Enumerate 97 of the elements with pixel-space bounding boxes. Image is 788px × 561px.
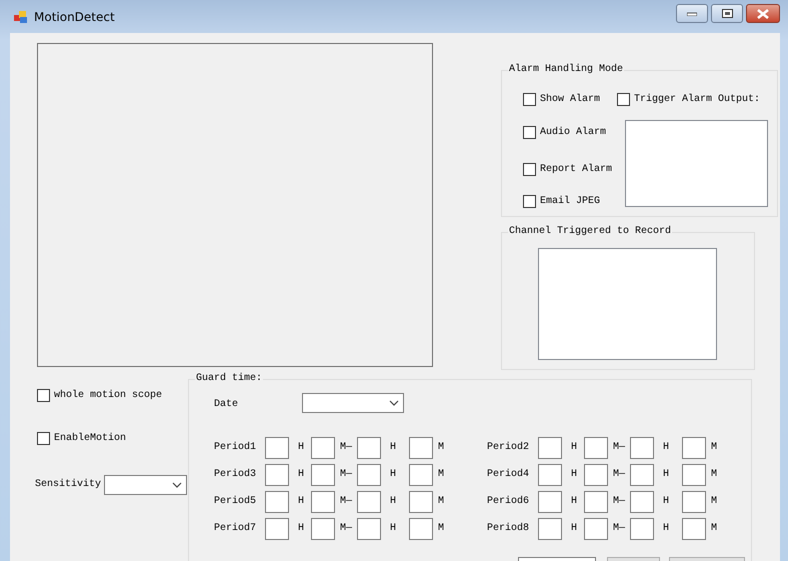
checkbox[interactable]: Email JPEG xyxy=(523,195,617,208)
unit-label: M xyxy=(711,442,718,454)
time-field[interactable] xyxy=(409,518,434,540)
period-label: Period2 xyxy=(487,442,530,454)
time-field[interactable] xyxy=(682,490,706,512)
unit-label: H xyxy=(390,522,396,534)
date-label: Date xyxy=(214,399,240,411)
unit-label: M xyxy=(438,522,444,534)
unit-label: M xyxy=(438,496,444,508)
unit-label: M— xyxy=(340,468,352,480)
unit-label: M— xyxy=(340,522,352,534)
dropdown[interactable] xyxy=(302,393,404,413)
time-field[interactable] xyxy=(357,490,382,512)
unit-label: H xyxy=(571,522,578,534)
unit-label: H xyxy=(571,496,578,508)
period-label: Period5 xyxy=(214,496,258,508)
time-field[interactable] xyxy=(265,464,289,486)
unit-label: H xyxy=(663,496,670,508)
unit-label: H xyxy=(663,442,670,454)
time-field[interactable] xyxy=(538,518,562,540)
close-icon xyxy=(757,8,769,18)
unit-label: M xyxy=(711,496,718,508)
time-field[interactable] xyxy=(584,464,608,486)
time-field[interactable] xyxy=(630,518,654,540)
unit-label: H xyxy=(663,522,670,534)
checkbox[interactable]: Trigger Alarm Output: xyxy=(617,93,767,106)
time-field[interactable] xyxy=(538,464,562,486)
period-label: Period1 xyxy=(214,442,258,454)
unit-label: H xyxy=(663,468,670,480)
window-title: MotionDetect xyxy=(34,8,115,26)
unit-label: M— xyxy=(340,496,352,508)
checkbox[interactable]: Report Alarm xyxy=(523,163,617,176)
close-button[interactable] xyxy=(746,4,780,23)
time-field[interactable] xyxy=(409,464,434,486)
time-field[interactable] xyxy=(265,436,289,458)
unit-label: M— xyxy=(340,442,352,454)
time-field[interactable] xyxy=(357,518,382,540)
unit-label: H xyxy=(298,496,304,508)
unit-label: M xyxy=(438,442,444,454)
chevron-down-icon xyxy=(172,482,182,488)
time-field[interactable] xyxy=(357,436,382,458)
unit-label: M— xyxy=(613,522,626,534)
time-field[interactable] xyxy=(311,490,336,512)
time-field[interactable] xyxy=(357,464,382,486)
sensitivity-label: Sensitivity xyxy=(35,479,102,491)
list-box[interactable] xyxy=(625,120,768,207)
unit-label: M xyxy=(711,468,718,480)
unit-label: M— xyxy=(613,442,626,454)
period-label: Period8 xyxy=(487,522,530,534)
time-field[interactable] xyxy=(409,436,434,458)
dropdown[interactable] xyxy=(104,475,188,495)
time-field[interactable] xyxy=(409,490,434,512)
time-field[interactable] xyxy=(311,464,336,486)
minimize-button[interactable] xyxy=(676,4,708,23)
time-field[interactable] xyxy=(538,490,562,512)
time-field[interactable] xyxy=(311,518,336,540)
time-field[interactable] xyxy=(584,436,608,458)
period-label: Period3 xyxy=(214,468,258,480)
time-field[interactable] xyxy=(538,436,562,458)
time-field[interactable] xyxy=(311,436,336,458)
unit-label: H xyxy=(298,442,304,454)
minimize-icon xyxy=(687,12,697,16)
unit-label: H xyxy=(390,468,396,480)
time-field[interactable] xyxy=(265,518,289,540)
checkbox[interactable]: Show Alarm xyxy=(523,93,617,106)
unit-label: M xyxy=(711,522,718,534)
unit-label: H xyxy=(298,468,304,480)
time-field[interactable] xyxy=(682,518,706,540)
unit-label: H xyxy=(390,496,396,508)
time-field[interactable] xyxy=(584,490,608,512)
time-field[interactable] xyxy=(630,436,654,458)
period-label: Period7 xyxy=(214,522,258,534)
unit-label: M— xyxy=(613,468,626,480)
period-label: Period4 xyxy=(487,468,530,480)
checkbox[interactable]: Audio Alarm xyxy=(523,126,617,139)
checkbox[interactable]: whole motion scope xyxy=(37,389,188,402)
time-field[interactable] xyxy=(682,436,706,458)
unit-label: H xyxy=(390,442,396,454)
app-icon xyxy=(14,10,28,24)
unit-label: M— xyxy=(613,496,626,508)
list-box[interactable] xyxy=(538,248,717,360)
chevron-down-icon xyxy=(389,400,399,406)
maximize-button[interactable] xyxy=(711,4,743,23)
period-label: Period6 xyxy=(487,496,530,508)
time-field[interactable] xyxy=(682,464,706,486)
checkbox[interactable]: EnableMotion xyxy=(37,432,188,445)
maximize-icon xyxy=(722,9,732,18)
time-field[interactable] xyxy=(584,518,608,540)
time-field[interactable] xyxy=(630,490,654,512)
time-field[interactable] xyxy=(630,464,654,486)
unit-label: H xyxy=(571,468,578,480)
unit-label: M xyxy=(438,468,444,480)
group-title: Alarm Handling Mode xyxy=(508,64,624,76)
unit-label: H xyxy=(571,442,578,454)
time-field[interactable] xyxy=(265,490,289,512)
group-title: Channel Triggered to Record xyxy=(508,226,672,238)
unit-label: H xyxy=(298,522,304,534)
